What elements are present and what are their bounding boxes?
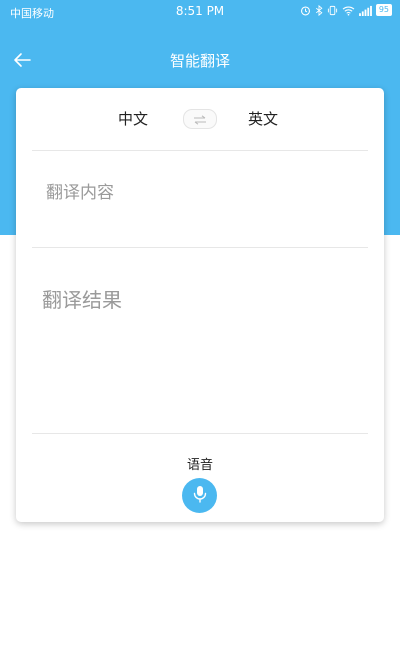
- divider: [32, 150, 368, 151]
- wifi-icon: [342, 5, 355, 16]
- signal-icon: [358, 5, 372, 16]
- language-selector: 中文 英文: [16, 88, 384, 150]
- divider: [32, 433, 368, 434]
- swap-languages-button[interactable]: [183, 109, 217, 129]
- voice-label: 语音: [186, 458, 213, 473]
- voice-input-button[interactable]: [182, 478, 217, 513]
- swap-arrows-icon: [193, 110, 207, 129]
- page-title: 智能翻译: [169, 52, 230, 70]
- nav-bar: 智能翻译: [0, 38, 400, 82]
- translation-card: 中文 英文 翻译结果 语音: [16, 88, 384, 522]
- translation-result: 翻译结果: [42, 288, 122, 312]
- microphone-icon: [193, 485, 207, 507]
- source-language-button[interactable]: 中文: [118, 108, 148, 129]
- vibrate-icon: [327, 5, 338, 16]
- status-bar: 中国移动 8:51 PM 95: [0, 0, 400, 24]
- bluetooth-icon: [315, 4, 323, 16]
- battery-indicator: 95: [375, 4, 392, 16]
- alarm-icon: [300, 5, 311, 16]
- status-icons: 95: [300, 4, 392, 16]
- translation-input[interactable]: [46, 178, 356, 208]
- divider: [32, 247, 368, 248]
- target-language-button[interactable]: 英文: [248, 108, 278, 129]
